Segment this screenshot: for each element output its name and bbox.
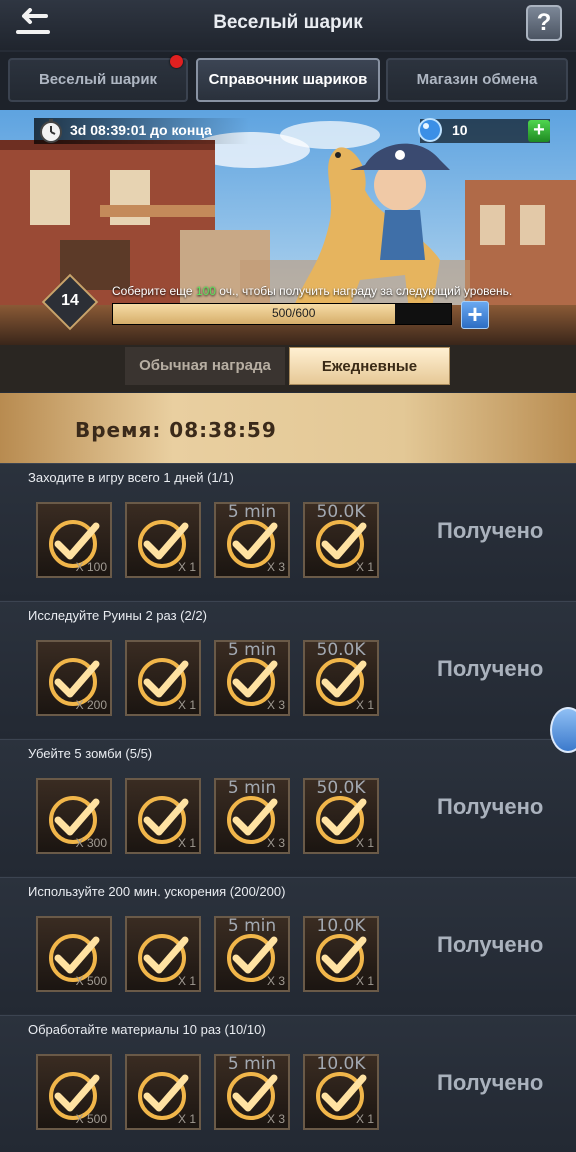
reward-slot[interactable]: 10.0K X 1 — [303, 1054, 379, 1130]
tab-ball-guide[interactable]: Справочник шариков — [196, 58, 380, 102]
reward-slot[interactable]: 50.0K X 1 — [303, 640, 379, 716]
reward-quantity: X 1 — [355, 698, 374, 712]
task-row: Используйте 200 мин. ускорения (200/200)… — [0, 877, 576, 1014]
reward-quantity: X 200 — [75, 698, 107, 712]
daily-reset-timer: Время: 08:38:59 — [75, 418, 277, 442]
reward-quantity: X 1 — [177, 974, 196, 988]
reward-quantity: X 1 — [177, 1112, 196, 1126]
status-received: Получено — [437, 932, 544, 957]
status-received: Получено — [437, 1070, 544, 1095]
task-title: Используйте 200 мин. ускорения (200/200) — [28, 884, 286, 899]
reward-quantity: X 3 — [266, 560, 285, 574]
reward-quantity: X 1 — [177, 698, 196, 712]
task-row: Обработайте материалы 10 раз (10/10) X 50… — [0, 1015, 576, 1152]
reward-slot[interactable]: 50.0K X 1 — [303, 502, 379, 578]
reward-quantity: X 3 — [266, 1112, 285, 1126]
reward-quantity: X 3 — [266, 974, 285, 988]
task-title: Убейте 5 зомби (5/5) — [28, 746, 153, 761]
page-title: Веселый шарик — [213, 12, 363, 33]
ball-count: 10 — [452, 122, 468, 138]
status-received: Получено — [437, 794, 544, 819]
reward-subtabs: Обычная награда Ежедневные задания — [0, 345, 576, 413]
blue-ball-icon — [418, 118, 442, 142]
progress-message-points: 100 — [195, 284, 216, 298]
help-button[interactable]: ? — [526, 5, 562, 41]
reward-slot[interactable]: 5 min X 3 — [214, 1054, 290, 1130]
progress-message-before: Соберите еще — [112, 284, 196, 298]
reward-slot[interactable]: X 1 — [125, 778, 201, 854]
tab-fun-ball[interactable]: Веселый шарик — [8, 58, 188, 102]
reward-slot[interactable]: 10.0K X 1 — [303, 916, 379, 992]
task-row: Исследуйте Руины 2 раз (2/2) X 200 X 1 5 mi… — [0, 601, 576, 738]
add-points-button[interactable]: + — [461, 301, 489, 329]
reward-quantity: X 3 — [266, 698, 285, 712]
event-timer: 3d 08:39:01 до конца — [70, 122, 212, 138]
reward-slot[interactable]: X 1 — [125, 1054, 201, 1130]
status-received: Получено — [437, 518, 544, 543]
reward-slot[interactable]: 50.0K X 1 — [303, 778, 379, 854]
task-title: Обработайте материалы 10 раз (10/10) — [28, 1022, 266, 1037]
task-title: Исследуйте Руины 2 раз (2/2) — [28, 608, 207, 623]
task-title: Заходите в игру всего 1 дней (1/1) — [28, 470, 234, 485]
reward-quantity: X 300 — [75, 836, 107, 850]
reward-slot[interactable]: X 100 — [36, 502, 112, 578]
status-received: Получено — [437, 656, 544, 681]
reward-slot[interactable]: 5 min X 3 — [214, 640, 290, 716]
header-bar: Веселый шарик ? — [0, 0, 576, 50]
reward-quantity: X 100 — [75, 560, 107, 574]
reward-slot[interactable]: 5 min X 3 — [214, 916, 290, 992]
reward-quantity: X 1 — [355, 560, 374, 574]
reward-slot[interactable]: X 1 — [125, 502, 201, 578]
reward-slot[interactable]: X 1 — [125, 916, 201, 992]
progress-message-after: оч., чтобы получить награду за следующий… — [215, 284, 513, 298]
top-tabs: Веселый шарик Справочник шариков Магазин… — [0, 52, 576, 110]
reward-quantity: X 500 — [75, 1112, 107, 1126]
reward-slot[interactable]: X 500 — [36, 916, 112, 992]
level-number: 14 — [61, 292, 79, 309]
progress-message: Соберите еще 100 оч., чтобы получить наг… — [112, 284, 512, 298]
task-row: Заходите в игру всего 1 дней (1/1) X 100 X… — [0, 463, 576, 600]
reward-slot[interactable]: X 500 — [36, 1054, 112, 1130]
task-row: Убейте 5 зомби (5/5) X 300 X 1 5 min X 3 50.0… — [0, 739, 576, 876]
reward-quantity: X 1 — [355, 1112, 374, 1126]
reward-quantity: X 500 — [75, 974, 107, 988]
reward-quantity: X 3 — [266, 836, 285, 850]
reward-quantity: X 1 — [177, 836, 196, 850]
tab-daily-tasks[interactable]: Ежедневные задания — [289, 347, 450, 413]
reward-slot[interactable]: X 300 — [36, 778, 112, 854]
stopwatch-icon — [40, 119, 62, 143]
level-progress-label: 500/600 — [272, 306, 316, 320]
add-balls-button[interactable]: + — [528, 120, 550, 142]
reward-slot[interactable]: 5 min X 3 — [214, 778, 290, 854]
reward-quantity: X 1 — [355, 974, 374, 988]
tab-exchange-shop[interactable]: Магазин обмена — [386, 58, 568, 102]
reward-slot[interactable]: 5 min X 3 — [214, 502, 290, 578]
reward-quantity: X 1 — [355, 836, 374, 850]
notification-dot — [170, 55, 183, 68]
tab-regular-reward[interactable]: Обычная награда — [125, 347, 285, 385]
reward-slot[interactable]: X 1 — [125, 640, 201, 716]
reward-quantity: X 1 — [177, 560, 196, 574]
reward-slot[interactable]: X 200 — [36, 640, 112, 716]
